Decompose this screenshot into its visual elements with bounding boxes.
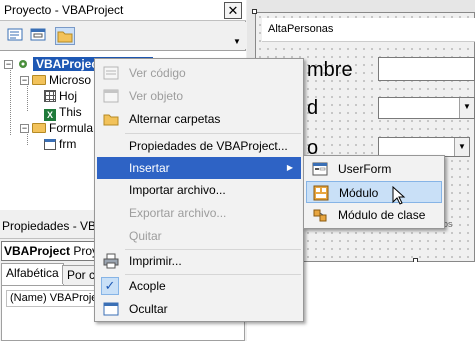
collapse-icon[interactable]: − [20,76,29,85]
form-label-nombre: mbre [307,59,353,81]
form-combobox-edad[interactable]: ▼ [378,97,475,119]
code-view-icon [7,28,23,41]
tree-node-thisworkbook[interactable]: X This [44,104,82,121]
chevron-down-icon[interactable]: ▼ [454,138,469,156]
menu-item-label: Acople [129,279,166,293]
menu-item-label: UserForm [338,162,392,176]
menu-item-label: Ver objeto [129,89,184,103]
vbaproject-icon [16,58,30,70]
menu-item-label: Ocultar [129,302,168,316]
project-explorer-title: Proyecto - VBAProject [0,0,246,21]
insertar-submenu: UserForm Módulo Módulo de clase [303,155,445,229]
menu-item-label: Propiedades de VBAProject... [129,139,288,153]
menu-item-label: Alternar carpetas [129,112,221,126]
menu-item-userform[interactable]: UserForm [306,158,442,180]
code-view-icon [103,66,119,80]
chevron-down-icon[interactable]: ▼ [459,98,474,118]
menu-item-label: Módulo [339,186,379,200]
tree-node-hoja[interactable]: Hoj [44,88,77,105]
resize-handle[interactable] [252,9,257,14]
folder-icon [57,31,73,43]
menu-item-alternar-carpetas[interactable]: Alternar carpetas [97,108,301,130]
hide-window-icon [103,302,119,316]
view-object-toolbar-button[interactable] [29,27,49,45]
menu-item-ocultar[interactable]: Ocultar [97,298,301,320]
menu-item-acople[interactable]: ✓ Acople [97,275,301,297]
userform-icon [44,139,56,150]
module-icon [313,185,329,201]
object-view-icon [30,28,46,41]
property-row-name[interactable]: (Name) VBAProjec [6,290,107,307]
toggle-folders-toolbar-button[interactable] [55,27,75,45]
collapse-icon[interactable]: − [20,124,29,133]
tree-node-forms[interactable]: − Formula [20,120,93,137]
menu-item-modulo-de-clase[interactable]: Módulo de clase [306,204,442,226]
collapse-icon[interactable]: − [4,60,13,69]
printer-icon [103,253,119,269]
menu-item-label: Módulo de clase [338,208,426,222]
form-textbox-nombre[interactable] [378,57,475,81]
class-module-icon [313,209,327,222]
view-code-toolbar-button[interactable] [6,27,26,45]
menu-item-label: Ver código [129,66,186,80]
properties-object-name: VBAProject [4,244,71,258]
tree-node-label: Microso [49,73,92,87]
menu-item-label: Importar archivo... [129,183,226,197]
menu-separator [125,133,301,134]
project-explorer-toolbar [0,22,246,49]
menu-item-exportar-archivo[interactable]: Exportar archivo... [97,202,301,224]
menu-item-insertar[interactable]: Insertar ▶ [97,157,301,179]
menu-item-imprimir[interactable]: Imprimir... [97,250,301,272]
tree-node-form[interactable]: frm [44,136,76,153]
tree-node-label: frm [59,137,77,151]
folder-icon [32,75,46,85]
menu-item-quitar[interactable]: Quitar [97,225,301,247]
chevron-down-icon[interactable]: ▼ [231,36,243,48]
project-context-menu: Ver código Ver objeto Alternar carpetas … [94,58,304,322]
menu-item-modulo[interactable]: Módulo [306,181,442,203]
tree-node-label: Hoj [59,89,78,103]
menu-item-propiedades[interactable]: Propiedades de VBAProject... [97,135,301,157]
mouse-cursor-icon [392,186,406,205]
submenu-arrow-icon: ▶ [286,163,293,172]
tree-node-microsoft-objects[interactable]: − Microso [20,72,91,89]
form-label-edad: d [307,97,319,119]
object-view-icon [103,89,119,103]
tree-node-label: Formula [49,121,94,135]
menu-item-importar-archivo[interactable]: Importar archivo... [97,179,301,201]
menu-item-ver-codigo[interactable]: Ver código [97,62,301,84]
menu-item-label: Insertar [129,161,170,175]
menu-item-label: Imprimir... [129,254,182,268]
menu-item-ver-objeto[interactable]: Ver objeto [97,85,301,107]
userform-icon [312,162,328,176]
worksheet-icon [44,90,56,102]
folder-icon [32,123,46,133]
menu-item-label: Exportar archivo... [129,206,227,220]
menu-item-label: Quitar [129,229,162,243]
userform-title: AltaPersonas [262,18,475,42]
checkmark-icon: ✓ [101,277,119,295]
tree-node-label: This [59,105,82,119]
tab-alphabetic[interactable]: Alfabética [1,263,64,285]
close-icon[interactable]: ✕ [224,2,242,19]
folder-icon [103,114,119,126]
form-combobox-sexo[interactable]: ▼ [378,137,470,157]
